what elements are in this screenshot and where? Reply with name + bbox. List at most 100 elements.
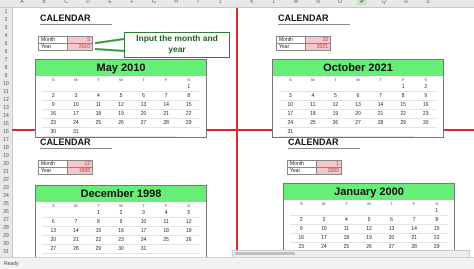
day-cell[interactable]: [301, 128, 325, 137]
day-cell[interactable]: 5: [324, 92, 347, 101]
row-header[interactable]: 15: [0, 120, 12, 128]
row-header[interactable]: 11: [0, 88, 12, 96]
row-header[interactable]: 20: [0, 160, 12, 168]
day-cell[interactable]: 17: [132, 227, 155, 236]
day-cell[interactable]: 1: [391, 83, 415, 92]
column-header[interactable]: C: [64, 0, 68, 5]
column-header[interactable]: E: [108, 0, 111, 5]
year-input[interactable]: 2000: [316, 167, 342, 175]
day-cell[interactable]: [301, 83, 325, 92]
day-cell[interactable]: 13: [346, 101, 370, 110]
day-cell[interactable]: [324, 83, 347, 92]
row-header[interactable]: 17: [0, 136, 12, 144]
day-cell[interactable]: 21: [154, 110, 178, 119]
day-cell[interactable]: 18: [301, 110, 325, 119]
day-cell[interactable]: 17: [312, 234, 336, 243]
day-cell[interactable]: [154, 128, 178, 137]
day-cell[interactable]: 19: [357, 234, 381, 243]
day-cell[interactable]: 24: [132, 236, 155, 245]
day-cell[interactable]: 7: [369, 92, 392, 101]
day-cell[interactable]: 28: [64, 245, 88, 254]
row-header[interactable]: 2: [0, 16, 12, 24]
day-cell[interactable]: 8: [87, 218, 110, 227]
column-header[interactable]: L: [273, 0, 276, 5]
day-cell[interactable]: 28: [369, 119, 392, 128]
column-header[interactable]: B: [42, 0, 45, 5]
row-header[interactable]: 1: [0, 8, 12, 16]
day-cell[interactable]: 15: [177, 101, 200, 110]
column-header[interactable]: O: [338, 0, 342, 5]
day-cell[interactable]: 4: [87, 92, 110, 101]
day-cell[interactable]: 21: [402, 234, 426, 243]
day-cell[interactable]: [132, 128, 155, 137]
day-cell[interactable]: 16: [290, 234, 313, 243]
row-header[interactable]: 31: [0, 248, 12, 256]
day-cell[interactable]: [402, 207, 426, 216]
year-input[interactable]: 2021: [305, 43, 331, 51]
row-header[interactable]: 30: [0, 240, 12, 248]
day-cell[interactable]: 2: [42, 92, 65, 101]
day-cell[interactable]: 16: [414, 101, 437, 110]
day-cell[interactable]: [335, 207, 358, 216]
day-cell[interactable]: 10: [132, 218, 155, 227]
row-header[interactable]: 21: [0, 168, 12, 176]
row-header-bar[interactable]: 1 2 3 4 5 6 7 8 9 10 11 12 13 14 15 16 17 18 19 20 21 22 23 24 2…: [0, 8, 13, 257]
day-cell[interactable]: 6: [132, 92, 155, 101]
day-cell[interactable]: [177, 245, 200, 254]
day-cell[interactable]: 11: [154, 218, 178, 227]
column-header[interactable]: A: [20, 0, 23, 5]
day-cell[interactable]: 18: [154, 227, 178, 236]
row-header[interactable]: 5: [0, 40, 12, 48]
day-cell[interactable]: 20: [132, 110, 155, 119]
row-header[interactable]: 25: [0, 200, 12, 208]
day-cell[interactable]: [369, 128, 392, 137]
day-cell[interactable]: 22: [177, 110, 200, 119]
day-cell[interactable]: 1: [87, 209, 110, 218]
day-cell[interactable]: 25: [154, 236, 178, 245]
row-header[interactable]: 16: [0, 128, 12, 136]
day-cell[interactable]: 9: [109, 218, 133, 227]
day-cell[interactable]: 5: [109, 92, 133, 101]
column-header[interactable]: D: [86, 0, 90, 5]
day-cell[interactable]: 12: [109, 101, 133, 110]
day-cell[interactable]: 19: [109, 110, 133, 119]
day-cell[interactable]: [42, 209, 65, 218]
day-cell[interactable]: 17: [279, 110, 302, 119]
day-cell[interactable]: 4: [154, 209, 178, 218]
day-cell[interactable]: 23: [414, 110, 437, 119]
month-input[interactable]: 12: [67, 160, 93, 168]
day-cell[interactable]: 10: [279, 101, 302, 110]
day-cell[interactable]: 20: [380, 234, 403, 243]
row-header[interactable]: 3: [0, 24, 12, 32]
column-header[interactable]: P: [357, 0, 367, 5]
day-cell[interactable]: [154, 83, 178, 92]
day-cell[interactable]: 9: [42, 101, 65, 110]
column-header[interactable]: N: [316, 0, 320, 5]
day-cell[interactable]: 11: [335, 225, 358, 234]
column-header[interactable]: K: [250, 0, 253, 5]
row-header[interactable]: 7: [0, 56, 12, 64]
day-cell[interactable]: 2: [109, 209, 133, 218]
day-cell[interactable]: 16: [42, 110, 65, 119]
day-cell[interactable]: 7: [154, 92, 178, 101]
day-cell[interactable]: 19: [324, 110, 347, 119]
day-cell[interactable]: [87, 128, 110, 137]
day-cell[interactable]: 12: [324, 101, 347, 110]
day-cell[interactable]: 25: [301, 119, 325, 128]
day-cell[interactable]: [380, 207, 403, 216]
day-cell[interactable]: 18: [87, 110, 110, 119]
day-cell[interactable]: 21: [64, 236, 88, 245]
day-cell[interactable]: 19: [177, 227, 200, 236]
day-cell[interactable]: [369, 83, 392, 92]
day-cell[interactable]: 23: [109, 236, 133, 245]
day-cell[interactable]: 10: [64, 101, 88, 110]
row-header[interactable]: 23: [0, 184, 12, 192]
day-cell[interactable]: 16: [109, 227, 133, 236]
column-header[interactable]: M: [294, 0, 298, 5]
column-header[interactable]: J: [219, 0, 222, 5]
day-cell[interactable]: 22: [87, 236, 110, 245]
day-cell[interactable]: [42, 83, 65, 92]
day-cell[interactable]: 2: [414, 83, 437, 92]
scrollbar-thumb[interactable]: [235, 252, 295, 255]
day-cell[interactable]: 4: [335, 216, 358, 225]
